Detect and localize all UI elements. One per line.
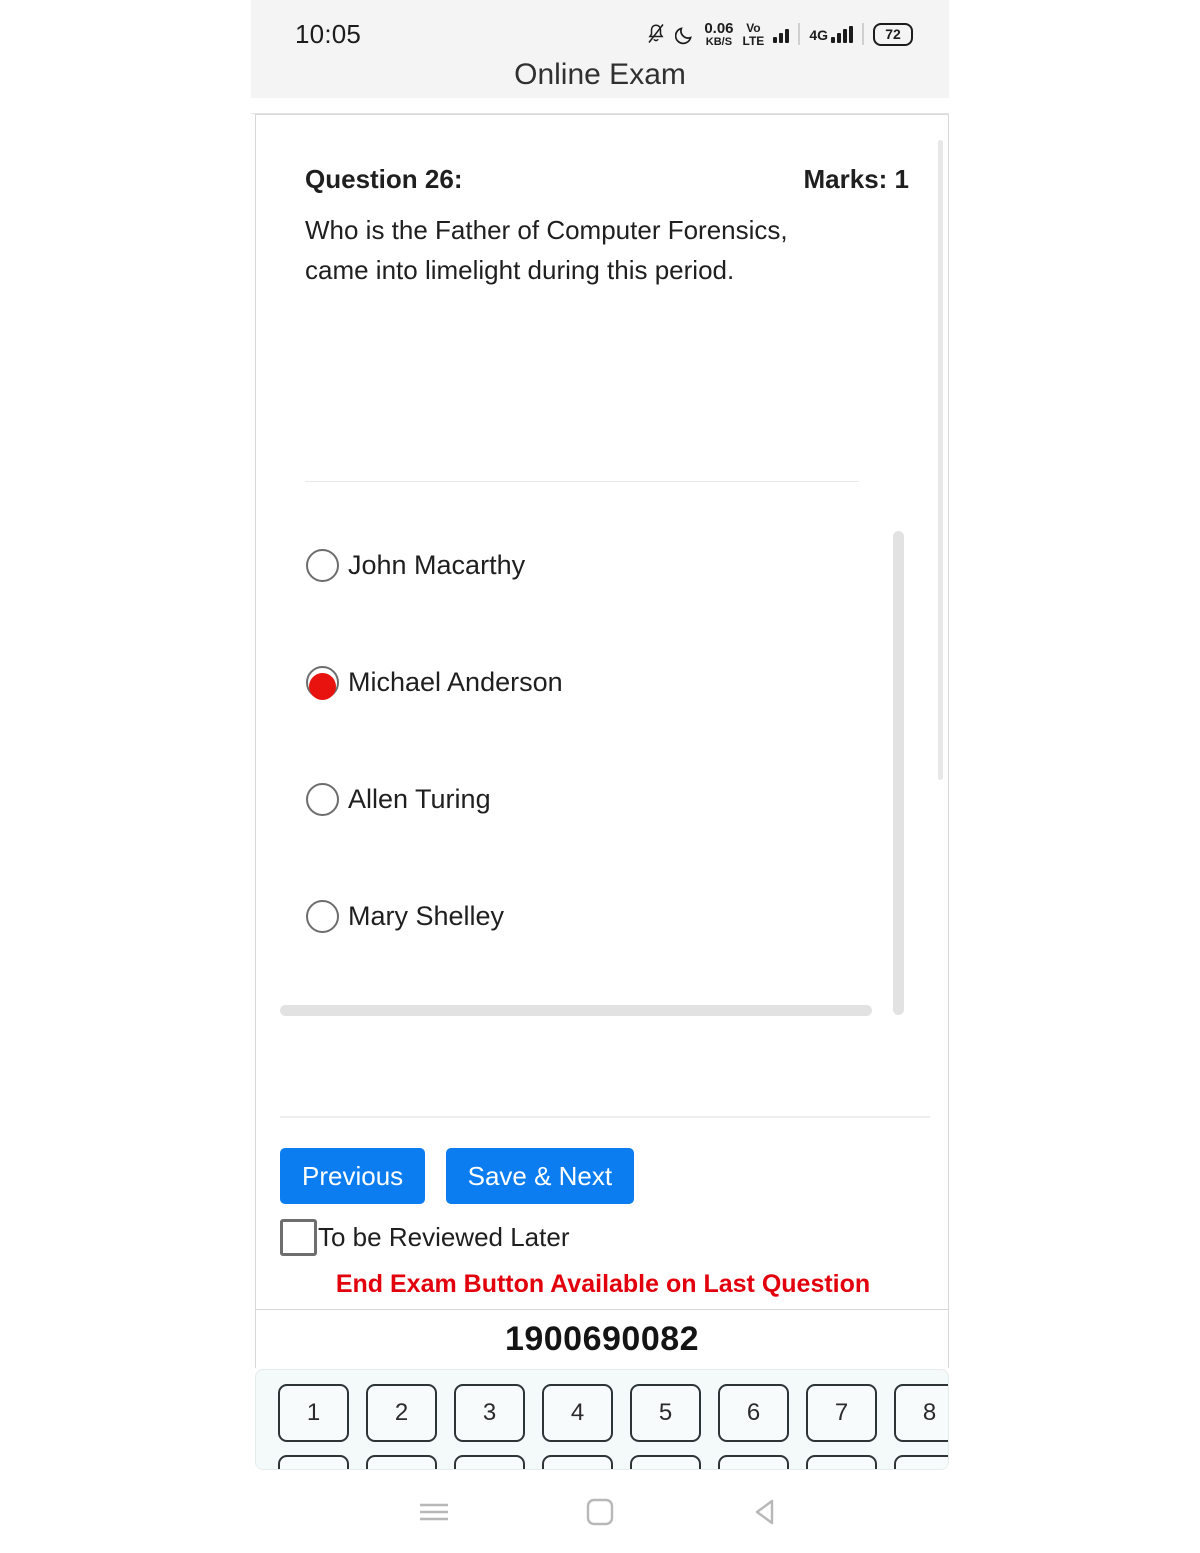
actions-divider	[280, 1116, 930, 1118]
palette-button-4[interactable]: 4	[542, 1384, 613, 1442]
radio-button-2[interactable]	[306, 666, 339, 700]
question-number: Question 26:	[305, 164, 463, 194]
recents-button[interactable]	[351, 1497, 517, 1527]
options-horizontal-scrollbar[interactable]	[280, 1005, 872, 1016]
palette-button-3[interactable]: 3	[454, 1384, 525, 1442]
question-header: Question 26: Marks: 1	[305, 164, 909, 195]
option-label-2: Michael Anderson	[348, 667, 563, 697]
option-label-1: John Macarthy	[348, 550, 526, 580]
status-icon-tray: 0.06 KB/S Vo LTE 4G 72	[646, 18, 913, 50]
radio-selected-dot	[309, 673, 336, 700]
exam-number-band: 1900690082	[255, 1310, 949, 1368]
palette-button-11[interactable]	[454, 1455, 525, 1469]
radio-button-3[interactable]	[306, 783, 339, 816]
back-button[interactable]	[683, 1495, 849, 1529]
network-type-label: 4G	[809, 26, 828, 43]
screenshot-root: 10:05 0.06 KB/S Vo LTE 4G 72 Online Exam…	[0, 0, 1200, 1553]
option-label-3: Allen Turing	[348, 784, 491, 814]
network-speed-indicator: 0.06 KB/S	[704, 21, 733, 48]
battery-level: 72	[885, 26, 901, 42]
question-divider	[305, 481, 859, 482]
option-row-3[interactable]: Allen Turing	[306, 783, 491, 816]
radio-button-1[interactable]	[306, 549, 339, 582]
palette-button-6[interactable]: 6	[718, 1384, 789, 1442]
palette-button-12[interactable]	[542, 1455, 613, 1469]
home-button[interactable]	[517, 1495, 683, 1529]
review-later-checkbox[interactable]	[280, 1219, 317, 1256]
signal-divider	[798, 23, 801, 45]
network-speed-unit: KB/S	[705, 35, 733, 48]
palette-button-2[interactable]: 2	[366, 1384, 437, 1442]
option-row-1[interactable]: John Macarthy	[306, 549, 525, 582]
question-card: Question 26: Marks: 1 Who is the Father …	[255, 114, 949, 1310]
palette-button-15[interactable]	[806, 1455, 877, 1469]
app-title-bar: Online Exam	[251, 52, 949, 98]
review-later-label: To be Reviewed Later	[318, 1222, 570, 1252]
palette-button-7[interactable]: 7	[806, 1384, 877, 1442]
battery-icon: 72	[873, 22, 913, 46]
previous-button[interactable]: Previous	[280, 1148, 426, 1204]
moon-icon	[675, 24, 695, 45]
action-buttons: Previous Save & Next	[280, 1148, 650, 1204]
option-label-4: Mary Shelley	[348, 901, 505, 931]
options-container[interactable]: John Macarthy Michael Anderson Allen Tur…	[281, 515, 904, 1015]
phone-screen: 10:05 0.06 KB/S Vo LTE 4G 72 Online Exam…	[251, 0, 949, 1470]
option-row-4[interactable]: Mary Shelley	[306, 900, 504, 933]
back-triangle-icon	[749, 1495, 783, 1529]
question-marks: Marks: 1	[803, 164, 910, 194]
palette-button-1[interactable]: 1	[278, 1384, 349, 1442]
question-text: Who is the Father of Computer Forensics,…	[305, 215, 788, 285]
palette-row-1: 1 2 3 4 5 6 7 8	[278, 1384, 948, 1442]
header-divider	[251, 98, 949, 114]
volte-line2: LTE	[742, 33, 765, 48]
review-later-row[interactable]: To be Reviewed Later	[280, 1219, 569, 1256]
square-home-icon	[583, 1495, 617, 1529]
volte-icon: Vo LTE	[743, 22, 765, 47]
palette-button-5[interactable]: 5	[630, 1384, 701, 1442]
bell-slash-icon	[646, 23, 666, 45]
exam-number: 1900690082	[504, 1319, 700, 1358]
option-row-2[interactable]: Michael Anderson	[306, 666, 563, 700]
end-exam-notice: End Exam Button Available on Last Questi…	[335, 1270, 871, 1298]
page-vertical-scrollbar[interactable]	[938, 140, 943, 780]
radio-button-4[interactable]	[306, 900, 339, 933]
status-time: 10:05	[295, 19, 362, 49]
volte-line1: Vo	[746, 20, 761, 35]
network-speed-value: 0.06	[704, 19, 734, 37]
save-and-next-button[interactable]: Save & Next	[445, 1148, 635, 1204]
palette-button-14[interactable]	[718, 1455, 789, 1469]
question-palette[interactable]: 1 2 3 4 5 6 7 8	[255, 1369, 949, 1470]
network-type-icon: 4G	[809, 25, 853, 43]
signal-bars-sim1-icon	[773, 26, 790, 43]
signal-divider-2	[862, 23, 864, 45]
palette-button-9[interactable]	[278, 1455, 349, 1469]
palette-button-13[interactable]	[630, 1455, 701, 1469]
palette-button-16[interactable]	[894, 1455, 948, 1469]
palette-row-2	[278, 1455, 948, 1469]
android-nav-bar	[0, 1470, 1200, 1553]
palette-button-8[interactable]: 8	[894, 1384, 948, 1442]
page-title: Online Exam	[514, 58, 686, 91]
options-vertical-scrollbar[interactable]	[893, 531, 904, 1015]
menu-icon	[414, 1497, 454, 1527]
palette-button-10[interactable]	[366, 1455, 437, 1469]
signal-bars-sim2-icon	[831, 25, 853, 43]
